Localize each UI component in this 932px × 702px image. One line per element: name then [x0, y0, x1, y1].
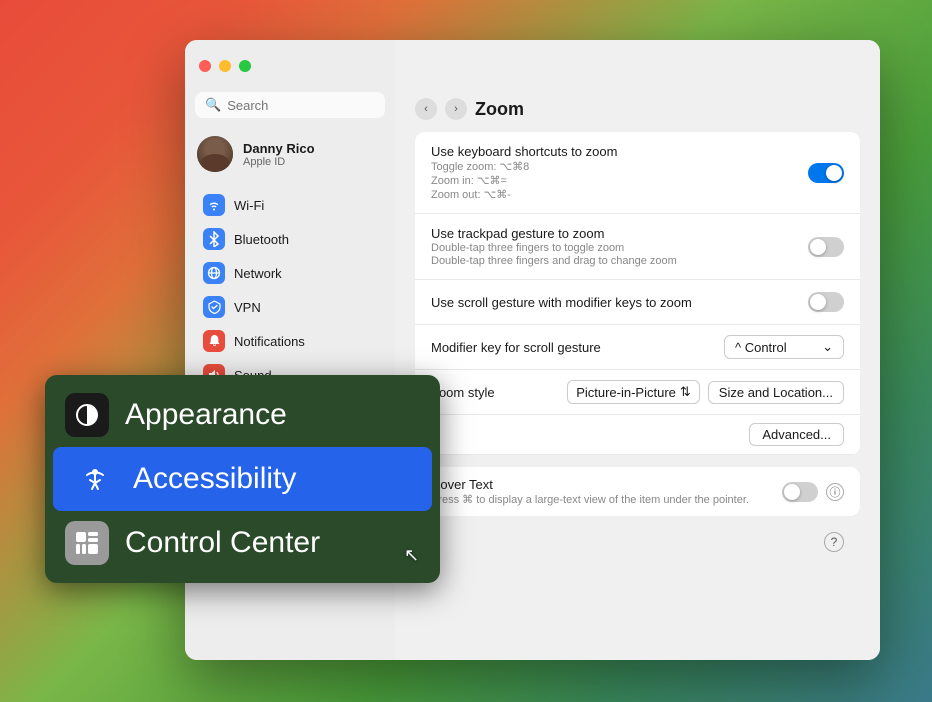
- keyboard-sublabel-2: Zoom in: ⌥⌘=: [431, 174, 796, 187]
- scroll-toggle[interactable]: [808, 292, 844, 312]
- trackpad-toggle[interactable]: [808, 237, 844, 257]
- close-button[interactable]: [199, 60, 211, 72]
- sidebar-item-label: VPN: [234, 300, 261, 315]
- scroll-label: Use scroll gesture with modifier keys to…: [431, 295, 796, 310]
- size-location-button[interactable]: Size and Location...: [708, 381, 844, 404]
- controlcenter-icon: [65, 521, 109, 565]
- trackpad-label: Use trackpad gesture to zoom: [431, 226, 796, 241]
- minimize-button[interactable]: [219, 60, 231, 72]
- main-content: ‹ › Zoom Use keyboard shortcuts to zoom …: [395, 40, 880, 660]
- trackpad-gesture-row: Use trackpad gesture to zoom Double-tap …: [415, 214, 860, 280]
- back-button[interactable]: ‹: [415, 98, 437, 120]
- trackpad-sublabel-2: Double-tap three fingers and drag to cha…: [431, 255, 796, 267]
- scroll-gesture-row: Use scroll gesture with modifier keys to…: [415, 280, 860, 325]
- sidebar-item-label: Wi-Fi: [234, 198, 264, 213]
- bluetooth-icon: [203, 228, 225, 250]
- info-button[interactable]: ⓘ: [826, 483, 844, 501]
- forward-button[interactable]: ›: [445, 98, 467, 120]
- hover-text-label: Hover Text: [431, 477, 770, 492]
- network-icon: [203, 262, 225, 284]
- zoomed-appearance-label: Appearance: [125, 398, 287, 432]
- hover-text-sublabel: Press ⌘ to display a large-text view of …: [431, 493, 770, 506]
- modifier-key-row: Modifier key for scroll gesture ^ Contro…: [415, 325, 860, 370]
- content-header: ‹ › Zoom: [395, 92, 880, 132]
- sidebar-item-label: Bluetooth: [234, 232, 289, 247]
- sidebar-item-bluetooth[interactable]: Bluetooth: [191, 223, 389, 255]
- advanced-row: Advanced...: [415, 415, 860, 455]
- zoomed-accessibility-label: Accessibility: [133, 462, 296, 496]
- keyboard-shortcuts-label: Use keyboard shortcuts to zoom: [431, 144, 796, 159]
- keyboard-shortcuts-row: Use keyboard shortcuts to zoom Toggle zo…: [415, 132, 860, 214]
- notifications-icon: [203, 330, 225, 352]
- hover-text-row: Hover Text Press ⌘ to display a large-te…: [415, 467, 860, 516]
- scroll-content: Use scroll gesture with modifier keys to…: [431, 295, 796, 310]
- zoom-style-controls: Picture-in-Picture ⇅ Size and Location..…: [567, 380, 844, 404]
- chevron-down-icon: ⌄: [822, 339, 833, 355]
- search-icon: 🔍: [205, 97, 221, 113]
- sidebar-item-label: Network: [234, 266, 282, 281]
- help-row: ?: [415, 528, 860, 556]
- keyboard-sublabel-1: Toggle zoom: ⌥⌘8: [431, 160, 796, 173]
- user-info: Danny Rico Apple ID: [243, 141, 315, 168]
- modifier-key-label: Modifier key for scroll gesture: [431, 340, 601, 355]
- zoomed-item-controlcenter[interactable]: Control Center: [45, 511, 440, 575]
- hover-text-content: Hover Text Press ⌘ to display a large-te…: [431, 477, 770, 506]
- sidebar-item-vpn[interactable]: VPN: [191, 291, 389, 323]
- zoomed-item-appearance[interactable]: Appearance: [45, 383, 440, 447]
- sidebar-item-wifi[interactable]: Wi-Fi: [191, 189, 389, 221]
- accessibility-icon: [73, 457, 117, 501]
- hover-controls: ⓘ: [782, 482, 844, 502]
- keyboard-shortcuts-toggle[interactable]: [808, 163, 844, 183]
- zoomed-controlcenter-label: Control Center: [125, 526, 320, 560]
- modifier-key-value: ^ Control: [735, 340, 787, 355]
- wifi-icon: [203, 194, 225, 216]
- help-button[interactable]: ?: [824, 532, 844, 552]
- zoom-options-card: Use keyboard shortcuts to zoom Toggle zo…: [415, 132, 860, 455]
- user-name: Danny Rico: [243, 141, 315, 156]
- zoom-style-value: Picture-in-Picture: [576, 385, 676, 400]
- keyboard-shortcuts-content: Use keyboard shortcuts to zoom Toggle zo…: [431, 144, 796, 201]
- appearance-icon: [65, 393, 109, 437]
- user-sub: Apple ID: [243, 156, 315, 168]
- maximize-button[interactable]: [239, 60, 251, 72]
- advanced-button[interactable]: Advanced...: [749, 423, 844, 446]
- user-profile[interactable]: Danny Rico Apple ID: [185, 128, 395, 180]
- search-input[interactable]: [227, 98, 375, 113]
- zoom-style-dropdown[interactable]: Picture-in-Picture ⇅: [567, 380, 700, 404]
- titlebar: [185, 40, 880, 92]
- zoomed-overlay: Appearance Accessibility Contro: [45, 375, 440, 583]
- hover-text-card: Hover Text Press ⌘ to display a large-te…: [415, 467, 860, 516]
- content-body: Use keyboard shortcuts to zoom Toggle zo…: [395, 132, 880, 576]
- sidebar-item-label: Notifications: [234, 334, 305, 349]
- hover-text-toggle[interactable]: [782, 482, 818, 502]
- page-title: Zoom: [475, 99, 524, 120]
- search-box[interactable]: 🔍: [195, 92, 385, 118]
- avatar: [197, 136, 233, 172]
- zoom-style-row: Zoom style Picture-in-Picture ⇅ Size and…: [415, 370, 860, 415]
- trackpad-content: Use trackpad gesture to zoom Double-tap …: [431, 226, 796, 267]
- sidebar-item-network[interactable]: Network: [191, 257, 389, 289]
- sidebar-item-notifications[interactable]: Notifications: [191, 325, 389, 357]
- trackpad-sublabel-1: Double-tap three fingers to toggle zoom: [431, 242, 796, 254]
- zoomed-item-accessibility[interactable]: Accessibility: [53, 447, 432, 511]
- updown-icon: ⇅: [680, 384, 691, 400]
- modifier-key-dropdown[interactable]: ^ Control ⌄: [724, 335, 844, 359]
- zoom-style-label: Zoom style: [431, 385, 495, 400]
- keyboard-sublabel-3: Zoom out: ⌥⌘-: [431, 188, 796, 201]
- vpn-icon: [203, 296, 225, 318]
